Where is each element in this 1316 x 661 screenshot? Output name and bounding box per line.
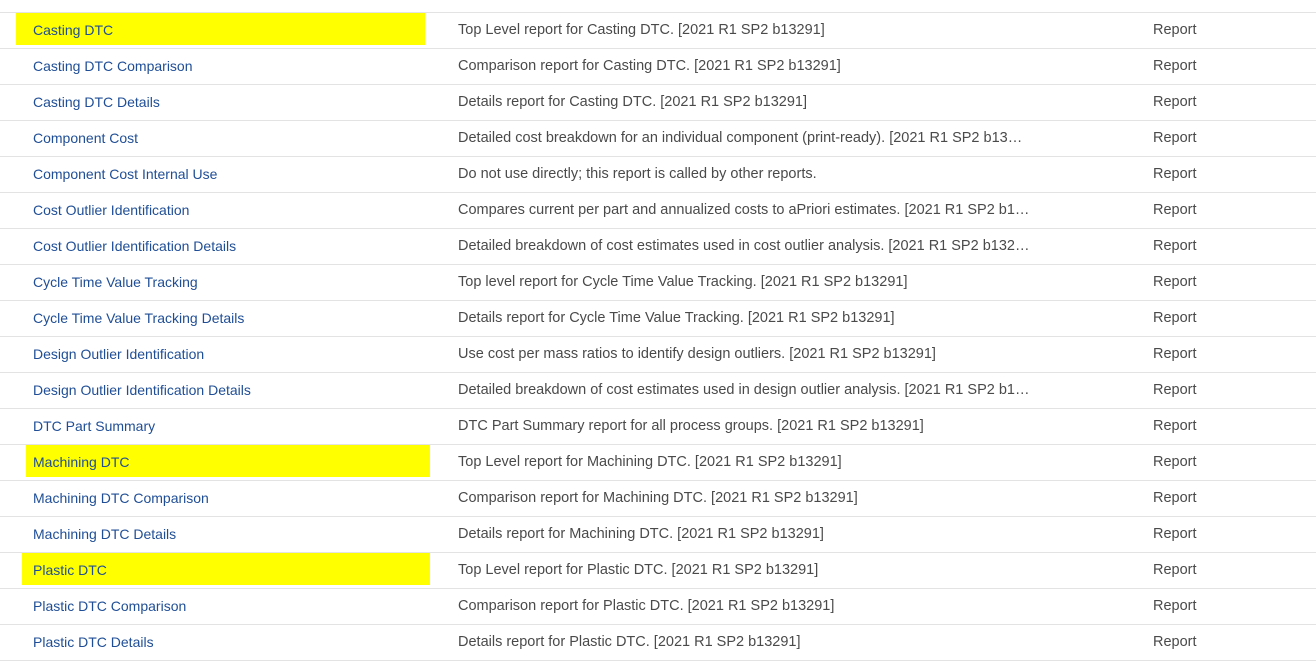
table-row[interactable]: Design Outlier Identification Details Det… (0, 373, 1316, 409)
report-type: Report (1153, 274, 1197, 290)
table-row[interactable]: Cost Outlier Identification Compares curr… (0, 193, 1316, 229)
report-name-link[interactable]: Plastic DTC Comparison (33, 598, 186, 614)
report-type: Report (1153, 454, 1197, 470)
list-top-divider (0, 0, 1316, 13)
report-name-link[interactable]: Cycle Time Value Tracking Details (33, 310, 244, 326)
report-description: Top level report for Cycle Time Value Tr… (458, 274, 908, 290)
table-row[interactable]: Design Outlier Identification Use cost pe… (0, 337, 1316, 373)
report-name-link[interactable]: Plastic DTC (33, 562, 107, 578)
report-name-link[interactable]: Machining DTC Comparison (33, 490, 209, 506)
table-row[interactable]: Plastic DTC Top Level report for Plastic … (0, 553, 1316, 589)
report-type: Report (1153, 526, 1197, 542)
report-description: Top Level report for Machining DTC. [202… (458, 454, 842, 470)
report-type: Report (1153, 94, 1197, 110)
report-name-link[interactable]: Casting DTC Comparison (33, 58, 193, 74)
report-description: Top Level report for Casting DTC. [2021 … (458, 22, 825, 38)
report-name-link[interactable]: Cycle Time Value Tracking (33, 274, 198, 290)
report-description: Comparison report for Plastic DTC. [2021… (458, 598, 835, 614)
report-description: Top Level report for Plastic DTC. [2021 … (458, 562, 819, 578)
report-description: DTC Part Summary report for all process … (458, 418, 924, 434)
report-name-link[interactable]: Cost Outlier Identification Details (33, 238, 236, 254)
report-type: Report (1153, 238, 1197, 254)
report-description: Do not use directly; this report is call… (458, 166, 817, 182)
report-rows: Casting DTC Top Level report for Casting … (0, 13, 1316, 661)
report-name-link[interactable]: Machining DTC Details (33, 526, 176, 542)
report-type: Report (1153, 598, 1197, 614)
report-name-link[interactable]: Cost Outlier Identification (33, 202, 189, 218)
table-row[interactable]: Cost Outlier Identification Details Detai… (0, 229, 1316, 265)
report-name-link[interactable]: Component Cost (33, 130, 138, 146)
report-description: Compares current per part and annualized… (458, 202, 1030, 218)
table-row[interactable]: Plastic DTC Details Details report for Pl… (0, 625, 1316, 661)
report-type: Report (1153, 202, 1197, 218)
report-name-link[interactable]: Casting DTC Details (33, 94, 160, 110)
table-row[interactable]: Cycle Time Value Tracking Top level repor… (0, 265, 1316, 301)
report-description: Detailed breakdown of cost estimates use… (458, 238, 1030, 254)
report-description: Detailed breakdown of cost estimates use… (458, 382, 1030, 398)
report-name-link[interactable]: Component Cost Internal Use (33, 166, 217, 182)
report-type: Report (1153, 130, 1197, 146)
report-type: Report (1153, 166, 1197, 182)
table-row[interactable]: Machining DTC Details Details report for … (0, 517, 1316, 553)
table-row[interactable]: DTC Part Summary DTC Part Summary report … (0, 409, 1316, 445)
report-list: Casting DTC Top Level report for Casting … (0, 0, 1316, 661)
table-row[interactable]: Component Cost Detailed cost breakdown fo… (0, 121, 1316, 157)
report-type: Report (1153, 310, 1197, 326)
report-description: Use cost per mass ratios to identify des… (458, 346, 936, 362)
report-description: Details report for Machining DTC. [2021 … (458, 526, 824, 542)
report-type: Report (1153, 490, 1197, 506)
report-description: Details report for Casting DTC. [2021 R1… (458, 94, 807, 110)
report-name-link[interactable]: Casting DTC (33, 22, 113, 38)
table-row[interactable]: Machining DTC Top Level report for Machin… (0, 445, 1316, 481)
report-description: Details report for Cycle Time Value Trac… (458, 310, 895, 326)
report-type: Report (1153, 634, 1197, 650)
table-row[interactable]: Plastic DTC Comparison Comparison report … (0, 589, 1316, 625)
table-row[interactable]: Casting DTC Top Level report for Casting … (0, 13, 1316, 49)
report-description: Detailed cost breakdown for an individua… (458, 130, 1023, 146)
report-name-link[interactable]: Plastic DTC Details (33, 634, 154, 650)
report-type: Report (1153, 58, 1197, 74)
report-name-link[interactable]: DTC Part Summary (33, 418, 155, 434)
table-row[interactable]: Casting DTC Comparison Comparison report … (0, 49, 1316, 85)
report-description: Comparison report for Machining DTC. [20… (458, 490, 858, 506)
report-name-link[interactable]: Design Outlier Identification (33, 346, 204, 362)
table-row[interactable]: Casting DTC Details Details report for Ca… (0, 85, 1316, 121)
table-row[interactable]: Component Cost Internal Use Do not use di… (0, 157, 1316, 193)
report-description: Details report for Plastic DTC. [2021 R1… (458, 634, 801, 650)
report-type: Report (1153, 382, 1197, 398)
report-description: Comparison report for Casting DTC. [2021… (458, 58, 841, 74)
report-type: Report (1153, 22, 1197, 38)
report-type: Report (1153, 346, 1197, 362)
report-type: Report (1153, 418, 1197, 434)
table-row[interactable]: Machining DTC Comparison Comparison repor… (0, 481, 1316, 517)
report-name-link[interactable]: Design Outlier Identification Details (33, 382, 251, 398)
report-type: Report (1153, 562, 1197, 578)
table-row[interactable]: Cycle Time Value Tracking Details Details… (0, 301, 1316, 337)
report-name-link[interactable]: Machining DTC (33, 454, 129, 470)
